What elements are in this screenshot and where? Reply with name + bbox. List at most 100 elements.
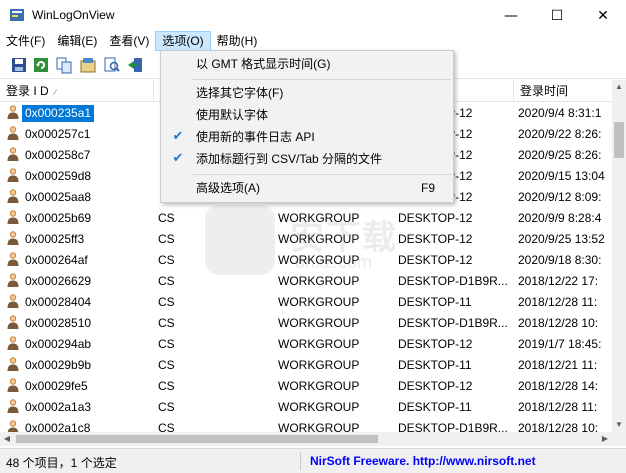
cell-logon-id: 0x00025aa8 <box>6 187 156 208</box>
table-row[interactable]: 0x00026629 CS WORKGROUP DESKTOP-D1B9R... 201… <box>0 271 612 292</box>
cell-logon-id: 0x000294ab <box>6 334 156 355</box>
scrollbar-corner <box>612 432 626 446</box>
cell-computer: DESKTOP-12 <box>398 232 473 246</box>
user-icon <box>6 146 20 162</box>
menu-bar: 文件(F) 编辑(E) 查看(V) 选项(O) 帮助(H) <box>0 31 626 51</box>
scroll-up-icon[interactable]: ▲ <box>612 80 626 94</box>
cell-logon-id: 0x00029fe5 <box>6 376 156 397</box>
user-icon <box>6 272 20 288</box>
cell-computer: DESKTOP-12 <box>398 211 473 225</box>
app-icon <box>9 7 25 23</box>
exit-icon[interactable] <box>126 56 144 74</box>
user-icon <box>6 335 20 351</box>
cell-computer: DESKTOP-D1B9R... <box>398 274 508 288</box>
table-row[interactable]: 0x00029fe5 CS WORKGROUP DESKTOP-12 2018/12/2… <box>0 376 612 397</box>
menu-item-default-font[interactable]: 使用默认字体 <box>163 104 451 126</box>
menu-item-add-header-line[interactable]: ✔ 添加标题行到 CSV/Tab 分隔的文件 <box>163 148 451 170</box>
menu-separator <box>191 174 451 175</box>
cell-logon-id: 0x00028404 <box>6 292 156 313</box>
cell-logon-time: 2019/1/7 18:45: <box>518 337 602 351</box>
table-row[interactable]: 0x0002a1c8 CS WORKGROUP DESKTOP-D1B9R... 201… <box>0 418 612 432</box>
user-icon <box>6 104 20 120</box>
cell-computer: DESKTOP-12 <box>398 379 473 393</box>
cell-logon-time: 2018/12/28 14: <box>518 379 599 393</box>
cell-user: CS <box>158 421 175 432</box>
table-row[interactable]: 0x00028510 CS WORKGROUP DESKTOP-D1B9R... 201… <box>0 313 612 334</box>
cell-logon-time: 2020/9/15 13:04 <box>518 169 605 183</box>
table-row[interactable]: 0x000294ab CS WORKGROUP DESKTOP-12 2019/1/7 … <box>0 334 612 355</box>
close-button[interactable]: ✕ <box>580 0 626 31</box>
menu-edit[interactable]: 编辑(E) <box>51 31 103 51</box>
cell-logon-time: 2020/9/18 8:30: <box>518 253 602 267</box>
options-menu: 以 GMT 格式显示时间(G) 选择其它字体(F) 使用默认字体 ✔ 使用新的事… <box>160 50 454 203</box>
menu-file[interactable]: 文件(F) <box>0 31 51 51</box>
title-bar: WinLogOnView — ☐ ✕ <box>0 0 626 31</box>
user-icon <box>6 230 20 246</box>
menu-item-advanced-options[interactable]: 高级选项(A) F9 <box>163 177 451 199</box>
column-header-logon-id[interactable]: 登录 I D ∕ <box>0 80 154 102</box>
watermark-logo <box>205 205 275 275</box>
horizontal-scrollbar[interactable]: ◀ ▶ <box>0 432 612 446</box>
cell-logon-time: 2020/9/25 13:52 <box>518 232 605 246</box>
cell-user: CS <box>158 295 175 309</box>
vertical-scrollbar[interactable]: ▲ ▼ <box>612 80 626 432</box>
cell-logon-id: 0x000259d8 <box>6 166 156 187</box>
table-row[interactable]: 0x00029b9b CS WORKGROUP DESKTOP-11 2018/12/2… <box>0 355 612 376</box>
column-header-logon-time[interactable]: 登录时间 <box>514 80 626 102</box>
nirsoft-link[interactable]: NirSoft Freeware. http://www.nirsoft.net <box>310 454 536 468</box>
user-icon <box>6 125 20 141</box>
cell-logon-time: 2020/9/25 8:26: <box>518 148 602 162</box>
scroll-down-icon[interactable]: ▼ <box>612 418 626 432</box>
cell-logon-id: 0x00025b69 <box>6 208 156 229</box>
user-icon <box>6 356 20 372</box>
user-icon <box>6 314 20 330</box>
sort-ascending-icon: ∕ <box>54 88 57 97</box>
cell-domain: WORKGROUP <box>278 358 360 372</box>
cell-logon-id: 0x00025ff3 <box>6 229 156 250</box>
window-title: WinLogOnView <box>32 8 115 22</box>
horizontal-scroll-thumb[interactable] <box>16 435 378 443</box>
properties-icon[interactable] <box>79 56 97 74</box>
refresh-icon[interactable] <box>32 56 50 74</box>
cell-logon-time: 2020/9/4 8:31:1 <box>518 106 602 120</box>
menu-help[interactable]: 帮助(H) <box>211 31 264 51</box>
vertical-scroll-thumb[interactable] <box>614 122 624 158</box>
cell-user: CS <box>158 316 175 330</box>
find-icon[interactable] <box>103 56 121 74</box>
status-divider <box>300 452 301 470</box>
menu-item-gmt-time[interactable]: 以 GMT 格式显示时间(G) <box>163 53 451 75</box>
menu-item-new-event-log-api[interactable]: ✔ 使用新的事件日志 API <box>163 126 451 148</box>
cell-computer: DESKTOP-D1B9R... <box>398 316 508 330</box>
user-icon <box>6 167 20 183</box>
scroll-left-icon[interactable]: ◀ <box>0 432 14 446</box>
cell-logon-time: 2018/12/21 11: <box>518 358 598 372</box>
menu-options[interactable]: 选项(O) <box>155 31 211 51</box>
cell-logon-id: 0x000257c1 <box>6 124 156 145</box>
menu-view[interactable]: 查看(V) <box>103 31 155 51</box>
user-icon <box>6 293 20 309</box>
accelerator-f9: F9 <box>421 181 436 195</box>
cell-domain: WORKGROUP <box>278 379 360 393</box>
status-bar: 48 个项目，1 个选定 NirSoft Freeware. http://ww… <box>0 448 626 473</box>
cell-domain: WORKGROUP <box>278 400 360 414</box>
menu-item-choose-font[interactable]: 选择其它字体(F) <box>163 82 451 104</box>
maximize-button[interactable]: ☐ <box>534 0 580 31</box>
watermark-url: anxz.com <box>295 252 373 272</box>
cell-logon-id: 0x00026629 <box>6 271 156 292</box>
cell-logon-time: 2018/12/28 11: <box>518 295 598 309</box>
cell-domain: WORKGROUP <box>278 274 360 288</box>
cell-domain: WORKGROUP <box>278 337 360 351</box>
table-row[interactable]: 0x0002a1a3 CS WORKGROUP DESKTOP-11 2018/12/2… <box>0 397 612 418</box>
user-icon <box>6 188 20 204</box>
cell-logon-time: 2018/12/28 10: <box>518 421 599 432</box>
cell-computer: DESKTOP-11 <box>398 400 472 414</box>
minimize-button[interactable]: — <box>488 0 534 31</box>
save-icon[interactable] <box>10 56 28 74</box>
copy-icon[interactable] <box>55 56 73 74</box>
cell-domain: WORKGROUP <box>278 421 360 432</box>
cell-logon-id: 0x00028510 <box>6 313 156 334</box>
scroll-right-icon[interactable]: ▶ <box>598 432 612 446</box>
cell-logon-time: 2018/12/28 10: <box>518 316 599 330</box>
table-row[interactable]: 0x00028404 CS WORKGROUP DESKTOP-11 2018/12/2… <box>0 292 612 313</box>
cell-logon-id: 0x0002a1a3 <box>6 397 156 418</box>
